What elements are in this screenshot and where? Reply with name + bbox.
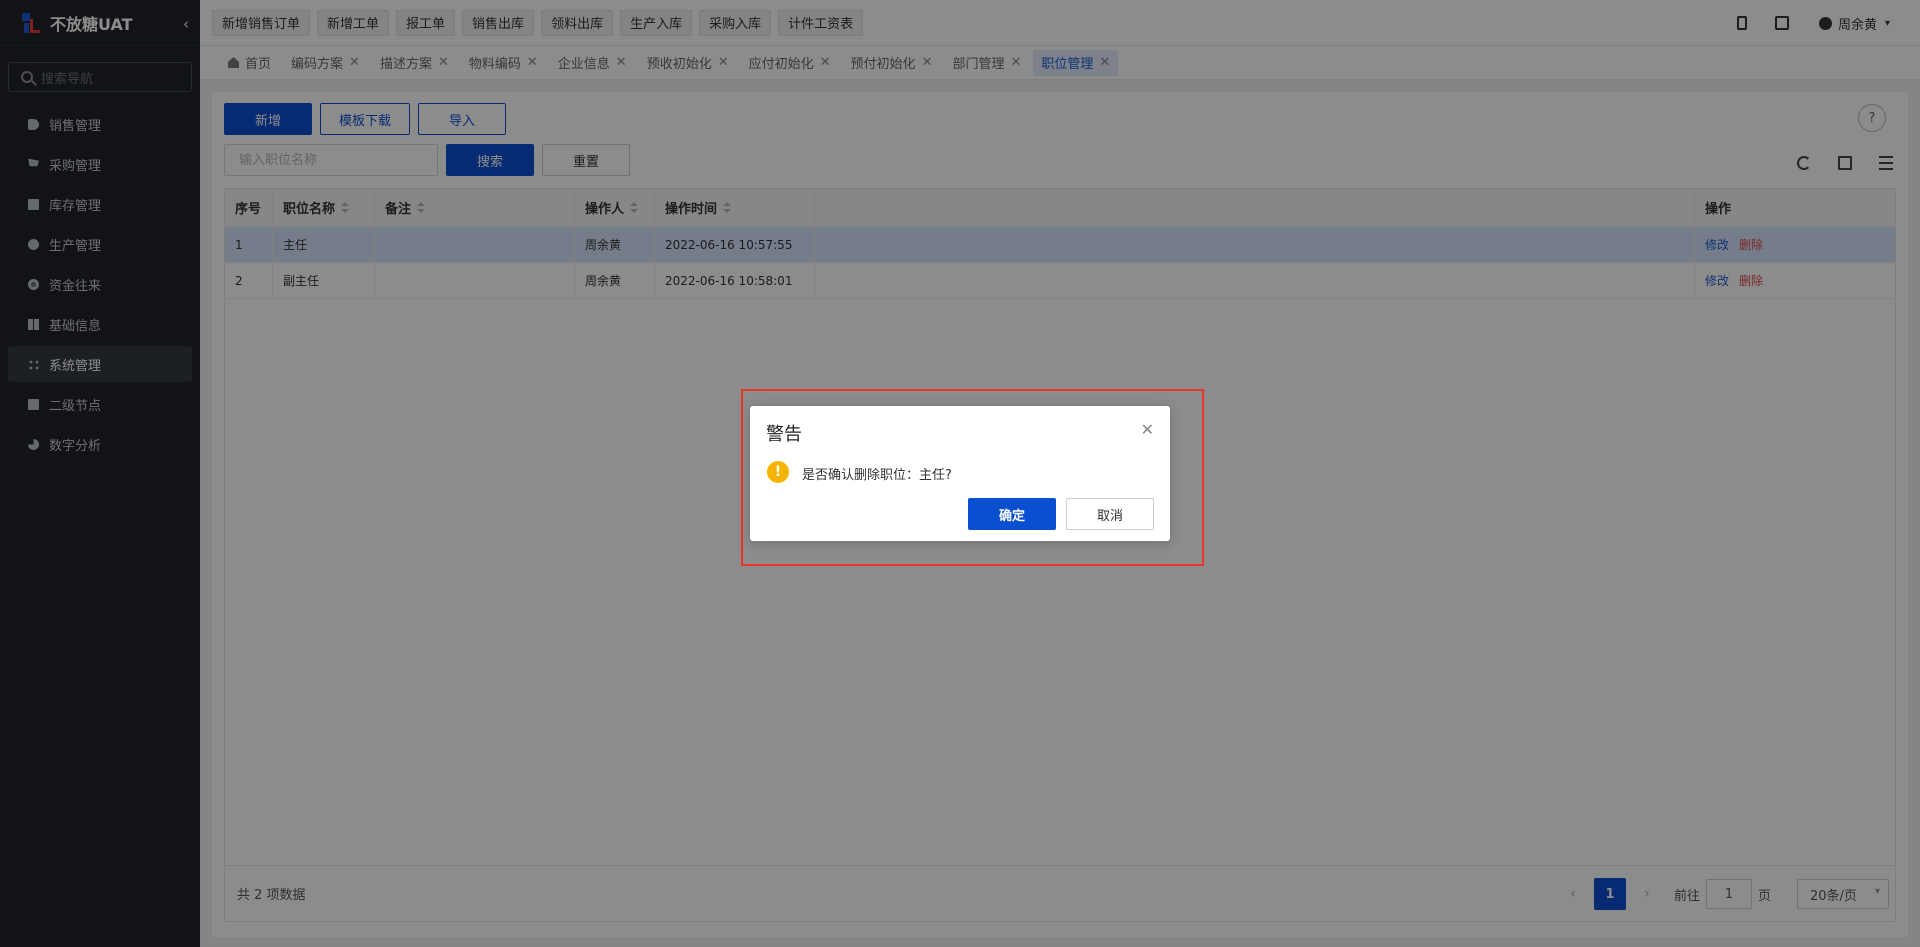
confirm-button[interactable]: 确定 [968, 498, 1056, 530]
cancel-button[interactable]: 取消 [1066, 498, 1154, 530]
dialog-title: 警告 [766, 424, 802, 445]
close-icon[interactable]: ✕ [1141, 420, 1154, 439]
warning-icon: ! [767, 461, 789, 483]
dialog-message: 是否确认删除职位：主任? [802, 468, 952, 483]
delete-confirm-dialog: 警告 ✕ ! 是否确认删除职位：主任? 确定 取消 [750, 406, 1170, 541]
